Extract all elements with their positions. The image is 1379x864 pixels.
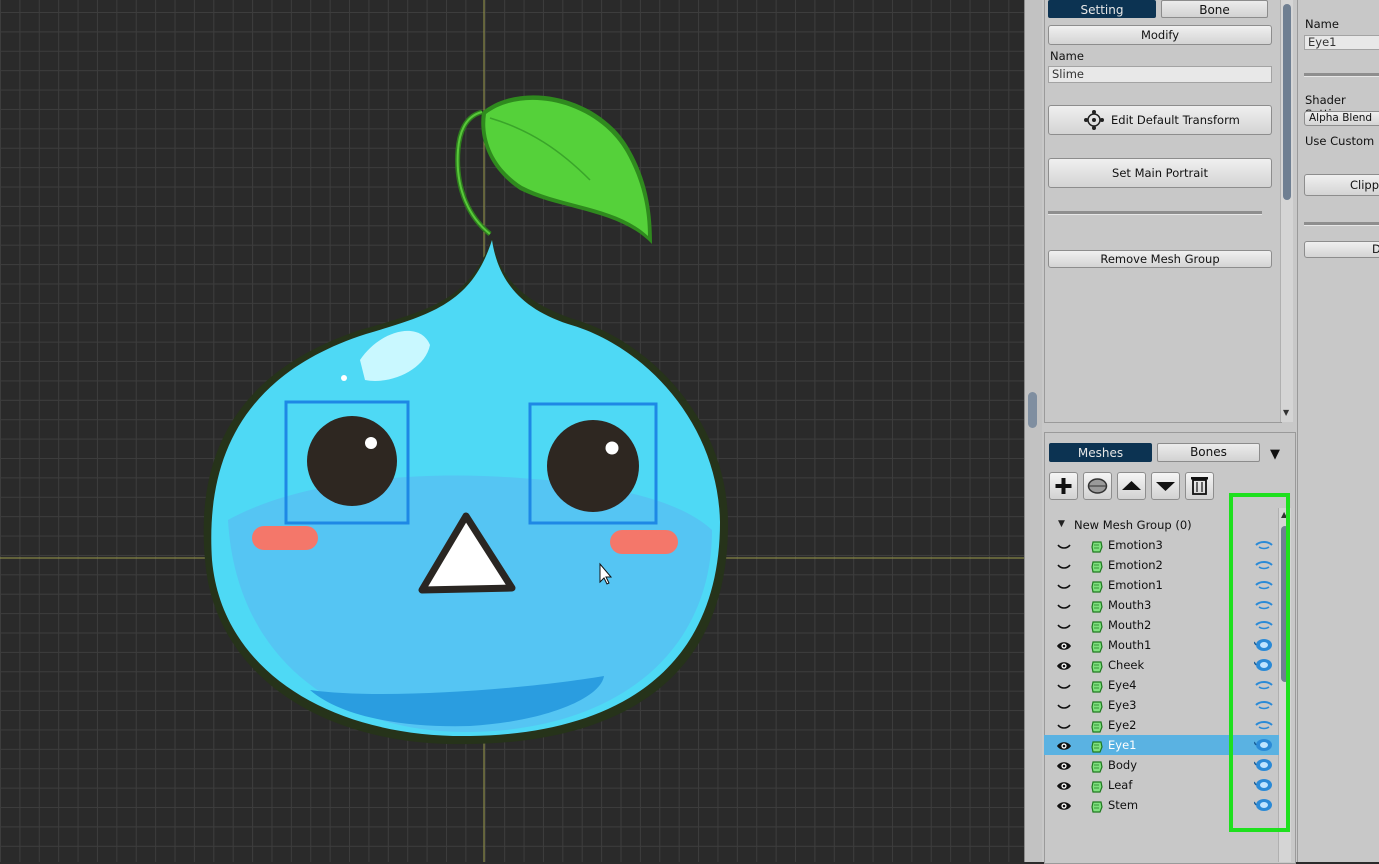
hierarchy-row-label: Eye3 <box>1108 698 1137 712</box>
leaf <box>485 99 648 236</box>
settings-scrollbar[interactable]: ▼ <box>1280 0 1293 422</box>
right-eye <box>547 420 639 512</box>
hierarchy-row-label: Cheek <box>1108 658 1145 672</box>
group-collapse-icon[interactable]: ▼ <box>1058 519 1065 529</box>
mesh-icon <box>1087 478 1108 494</box>
eye-closed-icon[interactable] <box>1056 578 1072 592</box>
scroll-down-icon[interactable]: ▼ <box>1283 408 1289 417</box>
mesh-item-icon <box>1091 538 1103 553</box>
name-label: Name <box>1050 49 1084 63</box>
properties-panel: Name Eye1 Shader Settin Alpha Blend Use … <box>1297 0 1379 862</box>
move-up-icon <box>1122 481 1141 490</box>
eye-closed-icon[interactable] <box>1056 678 1072 692</box>
add-icon <box>1055 478 1072 494</box>
set-main-portrait-button[interactable]: Set Main Portrait <box>1048 158 1272 188</box>
properties-name-label: Name <box>1305 17 1339 31</box>
move-down-icon <box>1156 482 1175 491</box>
delete-properties-button[interactable]: De <box>1304 241 1379 258</box>
shader-dropdown[interactable]: Alpha Blend <box>1304 111 1379 126</box>
right-eye-shine <box>605 441 619 455</box>
hierarchy-row-label: Mouth3 <box>1108 598 1152 612</box>
hierarchy-row-label: Stem <box>1108 798 1139 812</box>
eye-closed-icon[interactable] <box>1056 538 1072 552</box>
tab-bones[interactable]: Bones <box>1157 443 1260 462</box>
mesh-item-icon <box>1091 778 1103 793</box>
mesh-button[interactable] <box>1083 472 1112 500</box>
hierarchy-row-label: Emotion1 <box>1108 578 1163 592</box>
scrollbar-thumb[interactable] <box>1283 4 1291 200</box>
left-eye-shine <box>365 437 377 449</box>
mesh-item-icon <box>1091 798 1103 813</box>
tab-meshes[interactable]: Meshes <box>1049 443 1152 462</box>
trash-icon <box>1191 477 1208 495</box>
properties-name-field[interactable]: Eye1 <box>1304 35 1379 50</box>
mesh-item-icon <box>1091 698 1103 713</box>
eye-open-icon[interactable] <box>1056 798 1072 812</box>
mesh-item-icon <box>1091 558 1103 573</box>
remove-mesh-group-button[interactable]: Remove Mesh Group <box>1048 250 1272 268</box>
hierarchy-row-label: Eye2 <box>1108 718 1137 732</box>
left-cheek <box>252 526 318 550</box>
slime-sparkle <box>341 375 347 381</box>
delete-button[interactable] <box>1185 472 1214 500</box>
eye-closed-icon[interactable] <box>1056 718 1072 732</box>
mesh-item-icon <box>1091 598 1103 613</box>
dropdown-arrow-icon[interactable]: ▼ <box>1270 447 1280 462</box>
eye-closed-icon[interactable] <box>1056 698 1072 712</box>
hierarchy-row-label: Body <box>1108 758 1138 772</box>
mesh-group-name-field[interactable]: Slime <box>1048 66 1272 83</box>
transform-icon <box>1084 110 1104 130</box>
mesh-item-icon <box>1091 618 1103 633</box>
edit-default-transform-button[interactable]: Edit Default Transform <box>1048 105 1272 135</box>
mesh-group-label: New Mesh Group (0) <box>1074 518 1192 532</box>
splitter-grip[interactable] <box>1028 392 1037 428</box>
add-button[interactable] <box>1049 472 1078 500</box>
mesh-item-icon <box>1091 658 1103 673</box>
mesh-item-icon <box>1091 638 1103 653</box>
eye-open-icon[interactable] <box>1056 658 1072 672</box>
eye-closed-icon[interactable] <box>1056 618 1072 632</box>
hierarchy-row-label: Eye4 <box>1108 678 1137 692</box>
hierarchy-row-label: Mouth1 <box>1108 638 1152 652</box>
mesh-item-icon <box>1091 578 1103 593</box>
tab-bone[interactable]: Bone <box>1161 0 1268 18</box>
properties-divider-1 <box>1304 73 1379 77</box>
eye-closed-icon[interactable] <box>1056 598 1072 612</box>
canvas-viewport[interactable] <box>0 0 1024 862</box>
move-up-button[interactable] <box>1117 472 1146 500</box>
clipping-button[interactable]: Clippi <box>1304 174 1379 196</box>
mesh-item-icon <box>1091 738 1103 753</box>
mesh-item-icon <box>1091 758 1103 773</box>
hierarchy-row-label: Emotion3 <box>1108 538 1163 552</box>
slime-character <box>0 0 1024 862</box>
use-custom-label: Use Custom <box>1305 134 1375 148</box>
hierarchy-row-label: Emotion2 <box>1108 558 1163 572</box>
edit-default-transform-label: Edit Default Transform <box>1111 113 1240 127</box>
eye-open-icon[interactable] <box>1056 778 1072 792</box>
eye-open-icon[interactable] <box>1056 738 1072 752</box>
mesh-item-icon <box>1091 678 1103 693</box>
eye-open-icon[interactable] <box>1056 758 1072 772</box>
properties-divider-2 <box>1304 222 1379 226</box>
divider <box>1048 211 1262 215</box>
hierarchy-row-label: Eye1 <box>1108 738 1137 752</box>
hierarchy-row-label: Leaf <box>1108 778 1133 792</box>
highlight-box <box>1229 493 1290 832</box>
modify-button[interactable]: Modify <box>1048 25 1272 45</box>
mesh-item-icon <box>1091 718 1103 733</box>
eye-open-icon[interactable] <box>1056 638 1072 652</box>
left-eye <box>307 416 397 506</box>
tab-setting[interactable]: Setting <box>1048 0 1156 18</box>
right-cheek <box>610 530 678 554</box>
move-down-button[interactable] <box>1151 472 1180 500</box>
panel-splitter[interactable] <box>1024 0 1043 862</box>
hierarchy-row-label: Mouth2 <box>1108 618 1152 632</box>
eye-closed-icon[interactable] <box>1056 558 1072 572</box>
